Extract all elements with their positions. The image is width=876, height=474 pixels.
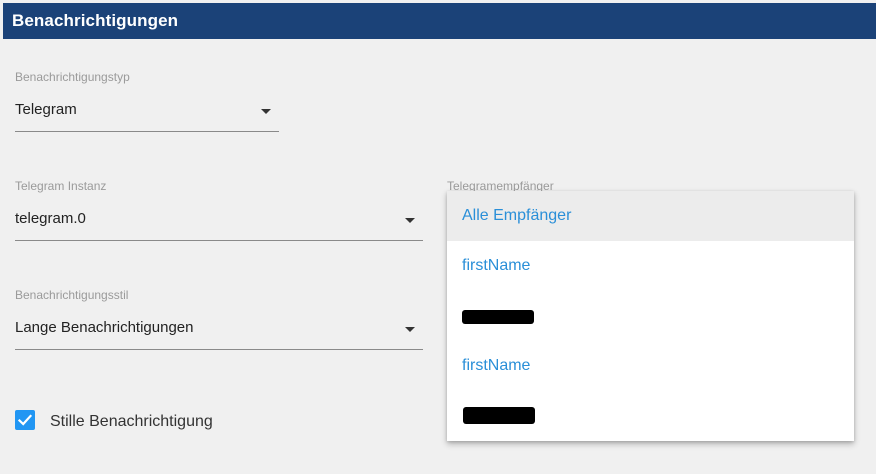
telegram-instance-select[interactable]: Telegram Instanz telegram.0 xyxy=(15,179,423,241)
caret-down-icon xyxy=(261,109,271,114)
recipient-dropdown-menu: Alle Empfänger firstName firstName xyxy=(447,191,854,441)
telegram-instance-value: telegram.0 xyxy=(15,210,86,227)
caret-down-icon xyxy=(405,327,415,332)
silent-notification-checkbox[interactable] xyxy=(15,410,35,430)
page-header: Benachrichtigungen xyxy=(3,3,876,39)
caret-down-icon xyxy=(405,218,415,223)
notification-style-value: Lange Benachrichtigungen xyxy=(15,319,194,336)
field-underline xyxy=(15,131,279,132)
notification-type-label: Benachrichtigungstyp xyxy=(15,70,130,84)
page-title: Benachrichtigungen xyxy=(12,11,179,30)
dropdown-item-label: firstName xyxy=(462,257,531,274)
notification-style-select[interactable]: Benachrichtigungsstil Lange Benachrichti… xyxy=(15,288,423,350)
silent-notification-label[interactable]: Stille Benachrichtigung xyxy=(50,413,213,431)
field-underline xyxy=(15,349,423,350)
dropdown-item-recipient[interactable]: firstName xyxy=(447,241,854,291)
dropdown-item-label: firstName xyxy=(462,357,531,374)
field-underline xyxy=(15,240,423,241)
dropdown-item-all-recipients[interactable]: Alle Empfänger xyxy=(447,191,854,241)
notification-style-label: Benachrichtigungsstil xyxy=(15,288,129,302)
redaction-mark xyxy=(462,310,534,324)
checkmark-icon xyxy=(17,414,33,426)
dropdown-item-recipient[interactable]: firstName xyxy=(447,341,854,391)
notification-type-value: Telegram xyxy=(15,101,77,118)
notification-type-select[interactable]: Benachrichtigungstyp Telegram xyxy=(15,70,279,132)
dropdown-item-recipient-redacted[interactable] xyxy=(447,391,854,441)
dropdown-item-recipient-redacted[interactable] xyxy=(447,291,854,341)
telegram-instance-label: Telegram Instanz xyxy=(15,179,107,193)
redaction-mark xyxy=(463,407,535,424)
dropdown-item-label: Alle Empfänger xyxy=(462,207,572,224)
